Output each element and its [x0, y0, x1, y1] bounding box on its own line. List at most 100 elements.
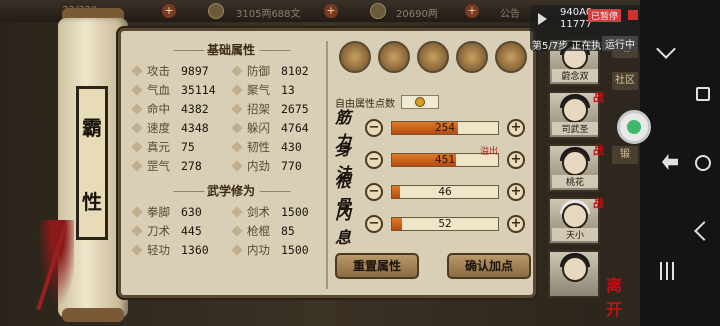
roster-card[interactable]: 战桃花	[548, 144, 604, 192]
taiji-icon[interactable]	[417, 41, 449, 73]
reset-attributes-button[interactable]: 重置属性	[335, 253, 419, 279]
avatar	[562, 150, 588, 176]
martial-qinggong: 轻功 1360	[131, 242, 233, 258]
paused-badge: 已暂停	[588, 9, 622, 22]
jade-disc-icon[interactable]	[495, 41, 527, 73]
stat-attack: 攻击 9897	[131, 63, 233, 79]
money-text: 3105两688文	[236, 9, 301, 20]
name-char-2: 性	[82, 189, 102, 214]
character-name-plate: 霸 性	[76, 86, 108, 240]
add-silver-icon[interactable]: +	[465, 4, 479, 18]
diamond-icon	[231, 160, 243, 172]
leave-seal-button[interactable]: 离开	[606, 272, 630, 319]
agility-plus-button[interactable]: +	[507, 151, 525, 169]
martial-spear: 枪棍 85	[231, 223, 329, 239]
constitution-plus-button[interactable]: +	[507, 183, 525, 201]
breath-bar: 52	[391, 217, 499, 231]
martial-grid: 拳脚 630 剑术 1500 刀术 445 枪棍 85 轻功 1360 内功 1500	[131, 204, 329, 258]
name-char-1: 霸	[82, 115, 102, 140]
diamond-icon	[231, 225, 243, 237]
hero-portrait-icon[interactable]	[339, 41, 371, 73]
point-token-icon	[415, 97, 425, 107]
stat-defense: 防御 8102	[231, 63, 329, 79]
battle-badge: 战	[593, 197, 604, 210]
roster-card[interactable]: 战天小	[548, 197, 604, 245]
roster-card[interactable]: 战司武圣	[548, 91, 604, 139]
announce-link[interactable]: 公告	[500, 5, 520, 20]
sidebar-item-community[interactable]: 社区	[612, 72, 638, 90]
stat-parry: 招架 2675	[231, 101, 329, 117]
add-level-icon[interactable]: +	[162, 4, 176, 18]
home-icon[interactable]	[695, 155, 711, 171]
stat-dodge: 躲闪 4764	[231, 120, 329, 136]
stat-hp: 气血 35114	[131, 82, 233, 98]
free-points-box	[401, 95, 439, 109]
running-badge: 运行中	[602, 36, 638, 51]
diamond-icon	[131, 65, 143, 77]
coin-icon	[208, 3, 224, 19]
stat-inner-force: 内劲 770	[231, 158, 329, 174]
diamond-icon	[131, 160, 143, 172]
diamond-icon	[231, 122, 243, 134]
martial-blade: 刀术 445	[131, 223, 233, 239]
avatar	[562, 203, 588, 229]
basic-attrs-title: 基础属性	[133, 41, 329, 61]
martial-sword: 剑术 1500	[231, 204, 329, 220]
battle-badge: 战	[593, 91, 604, 104]
character-roster: 蔚念双 战司武圣 战桃花 战天小	[548, 38, 604, 303]
martial-neigong: 内功 1500	[231, 242, 329, 258]
play-icon[interactable]	[538, 13, 547, 25]
martial-fist: 拳脚 630	[131, 204, 233, 220]
avatar	[562, 256, 588, 282]
stat-speed: 速度 4348	[131, 120, 233, 136]
diamond-icon	[131, 225, 143, 237]
silver-text: 20690两	[396, 9, 438, 20]
skill-icon-row	[335, 41, 531, 77]
avatar	[562, 97, 588, 123]
diamond-icon	[131, 84, 143, 96]
diamond-icon	[131, 141, 143, 153]
stop-icon[interactable]	[628, 10, 638, 20]
agility-bar: 溢出 451	[391, 147, 499, 167]
breath-minus-button[interactable]: −	[365, 215, 383, 233]
attr-row-breath: 内息 − 52 +	[335, 204, 531, 247]
agility-minus-button[interactable]: −	[365, 151, 383, 169]
scroll-book-icon[interactable]	[378, 41, 410, 73]
automation-overlay: 940A0 11777 已暂停 第5/7步 正在执行 运行中	[530, 5, 648, 52]
stat-hit: 命中 4382	[131, 101, 233, 117]
column-divider	[326, 41, 328, 289]
diamond-icon	[231, 65, 243, 77]
recent-apps-icon[interactable]	[696, 87, 710, 101]
diamond-icon	[231, 206, 243, 218]
roster-card[interactable]	[548, 250, 600, 298]
menu-icon[interactable]	[660, 262, 674, 280]
martial-title: 武学修为	[133, 182, 329, 202]
constitution-minus-button[interactable]: −	[365, 183, 383, 201]
diamond-icon	[131, 244, 143, 256]
attribute-panel: 基础属性 攻击9897 防御8102 气血35114 聚气13 命中4382 招…	[118, 28, 536, 298]
diamond-icon	[131, 206, 143, 218]
diamond-icon	[231, 141, 243, 153]
diamond-icon	[131, 122, 143, 134]
meridian-body-icon[interactable]	[456, 41, 488, 73]
stat-true-yuan: 真元 75	[131, 139, 233, 155]
strength-bar: 254	[391, 121, 499, 135]
stats-column: 基础属性 攻击9897 防御8102 气血35114 聚气13 命中4382 招…	[131, 41, 329, 258]
diamond-icon	[131, 103, 143, 115]
allocation-column: 自由属性点数 筋力 − 254 + 身法 − 溢出 451 + 根骨 − 46 +…	[335, 41, 531, 247]
stat-chi: 聚气 13	[231, 82, 329, 98]
floating-assistant-button[interactable]	[617, 110, 651, 144]
battle-badge: 战	[593, 144, 604, 157]
confirm-points-button[interactable]: 确认加点	[447, 253, 531, 279]
strength-plus-button[interactable]: +	[507, 119, 525, 137]
stat-gang-qi: 罡气 278	[131, 158, 233, 174]
strength-minus-button[interactable]: −	[365, 119, 383, 137]
basic-attrs-grid: 攻击 9897 防御 8102 气血 35114 聚气 13 命中 4382 招架 2675…	[131, 63, 329, 174]
silver-icon	[370, 3, 386, 19]
attr-name: 内息	[335, 204, 352, 247]
sidebar-item-forge[interactable]: 锻	[612, 146, 638, 164]
breath-plus-button[interactable]: +	[507, 215, 525, 233]
stat-toughness: 韧性 430	[231, 139, 329, 155]
add-money-icon[interactable]: +	[324, 4, 338, 18]
diamond-icon	[231, 244, 243, 256]
